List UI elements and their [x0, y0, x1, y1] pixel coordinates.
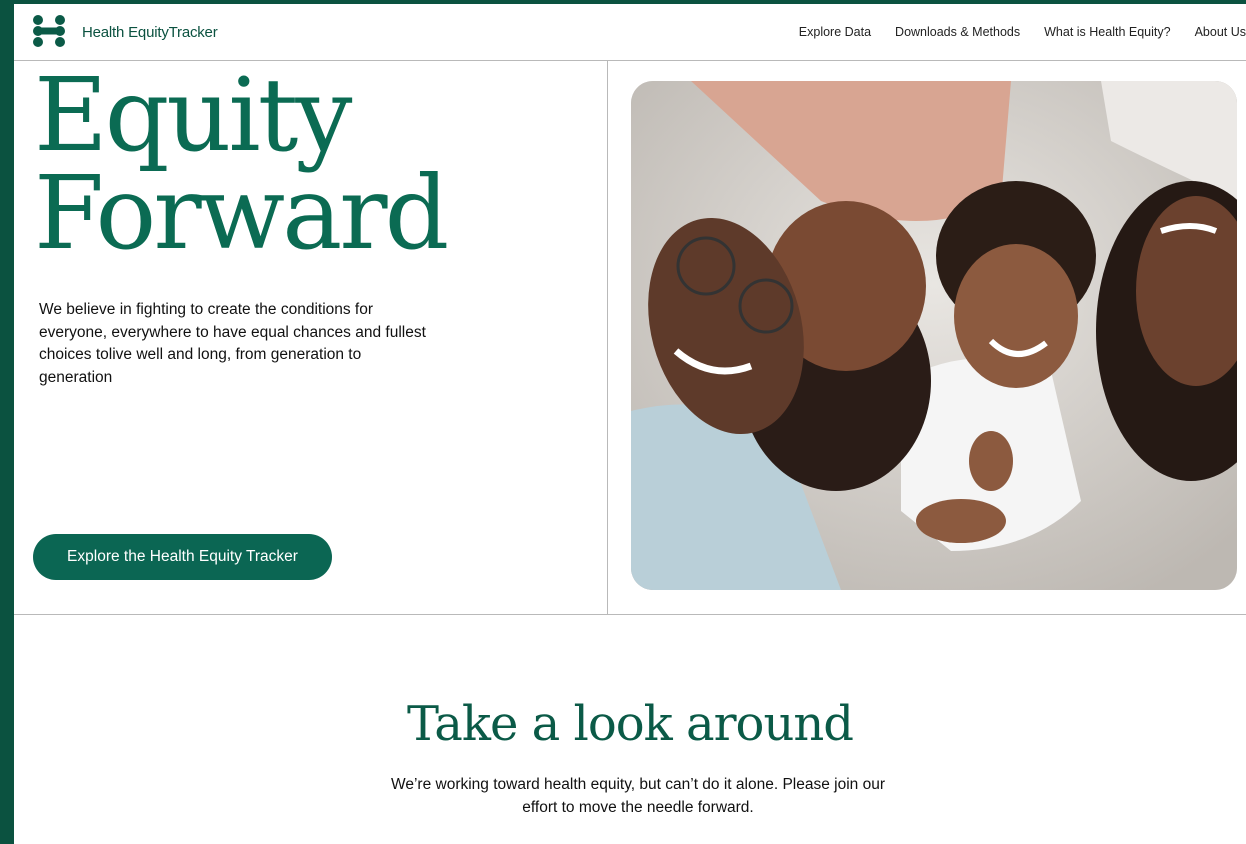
logo-icon[interactable] — [32, 14, 66, 48]
hero-title-line-1: Equity — [34, 56, 352, 174]
main-nav: Explore Data Downloads & Methods What is… — [775, 25, 1246, 39]
hero-bottom-divider — [14, 614, 1246, 615]
hero-vertical-divider — [607, 61, 608, 615]
section-title: Take a look around — [406, 696, 854, 752]
section-description: We’re working toward health equity, but … — [391, 776, 885, 816]
nav-downloads-methods[interactable]: Downloads & Methods — [895, 25, 1020, 39]
nav-what-is-health-equity[interactable]: What is Health Equity? — [1044, 25, 1170, 39]
hero-description: We believe in fighting to create the con… — [39, 301, 426, 386]
page: Health EquityTracker Explore Data Downlo… — [14, 4, 1246, 844]
hero-title-line-2: Forward — [34, 154, 449, 272]
explore-tracker-button[interactable]: Explore the Health Equity Tracker — [33, 534, 332, 580]
hero-title: Equity Forward — [34, 56, 449, 272]
brand-name[interactable]: Health EquityTracker — [82, 24, 218, 41]
hero-family-photo — [631, 81, 1237, 590]
site-header: Health EquityTracker Explore Data Downlo… — [14, 4, 1246, 61]
family-photo-illustration — [631, 81, 1237, 590]
nav-about-us[interactable]: About Us — [1195, 25, 1246, 39]
nav-explore-data[interactable]: Explore Data — [799, 25, 871, 39]
